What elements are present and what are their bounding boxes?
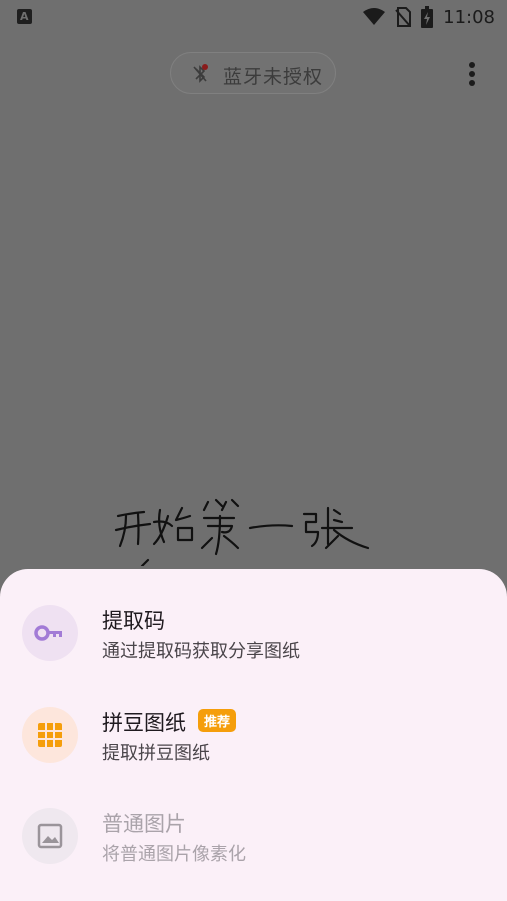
bluetooth-status-chip[interactable]: 蓝牙未授权: [170, 52, 336, 94]
wifi-icon: [363, 8, 386, 25]
bottom-sheet: 提取码 通过提取码获取分享图纸 拼豆图纸推荐 提取拼豆图纸 普通图片 将普通图: [0, 569, 507, 901]
option-title: 普通图片: [102, 812, 186, 836]
clock: 11:08: [443, 6, 495, 28]
option-title: 提取码: [102, 609, 165, 633]
option-title: 拼豆图纸 推荐: [102, 707, 237, 737]
option-subtitle: 通过提取码获取分享图纸: [102, 641, 300, 662]
bluetooth-label: 蓝牙未授权: [223, 66, 324, 88]
handwriting-start-first: [114, 498, 370, 566]
image-option[interactable]: 普通图片 将普通图片像素化: [0, 792, 507, 882]
extract-code-option[interactable]: 提取码 通过提取码获取分享图纸: [0, 589, 507, 679]
bluetooth-off-icon: [193, 64, 208, 83]
more-vert-icon[interactable]: [464, 60, 480, 88]
option-subtitle: 将普通图片像素化: [102, 844, 246, 865]
a-letter-icon: A: [17, 9, 32, 24]
image-icon-bg: [22, 808, 78, 864]
grid-icon: [38, 723, 62, 747]
status-icons: 11:08: [363, 5, 495, 29]
status-bar: A 11:08: [0, 0, 507, 34]
key-icon: [34, 625, 62, 641]
option-title-text: 拼豆图纸: [102, 711, 186, 735]
no-sim-icon: [395, 7, 412, 27]
pattern-option[interactable]: 拼豆图纸 推荐 提取拼豆图纸: [0, 691, 507, 781]
image-icon: [37, 823, 63, 849]
key-icon-bg: [22, 605, 78, 661]
battery-charging-icon: [421, 6, 434, 28]
recommend-badge: 推荐: [198, 709, 237, 732]
grid-icon-bg: [22, 707, 78, 763]
option-subtitle: 提取拼豆图纸: [102, 743, 210, 764]
